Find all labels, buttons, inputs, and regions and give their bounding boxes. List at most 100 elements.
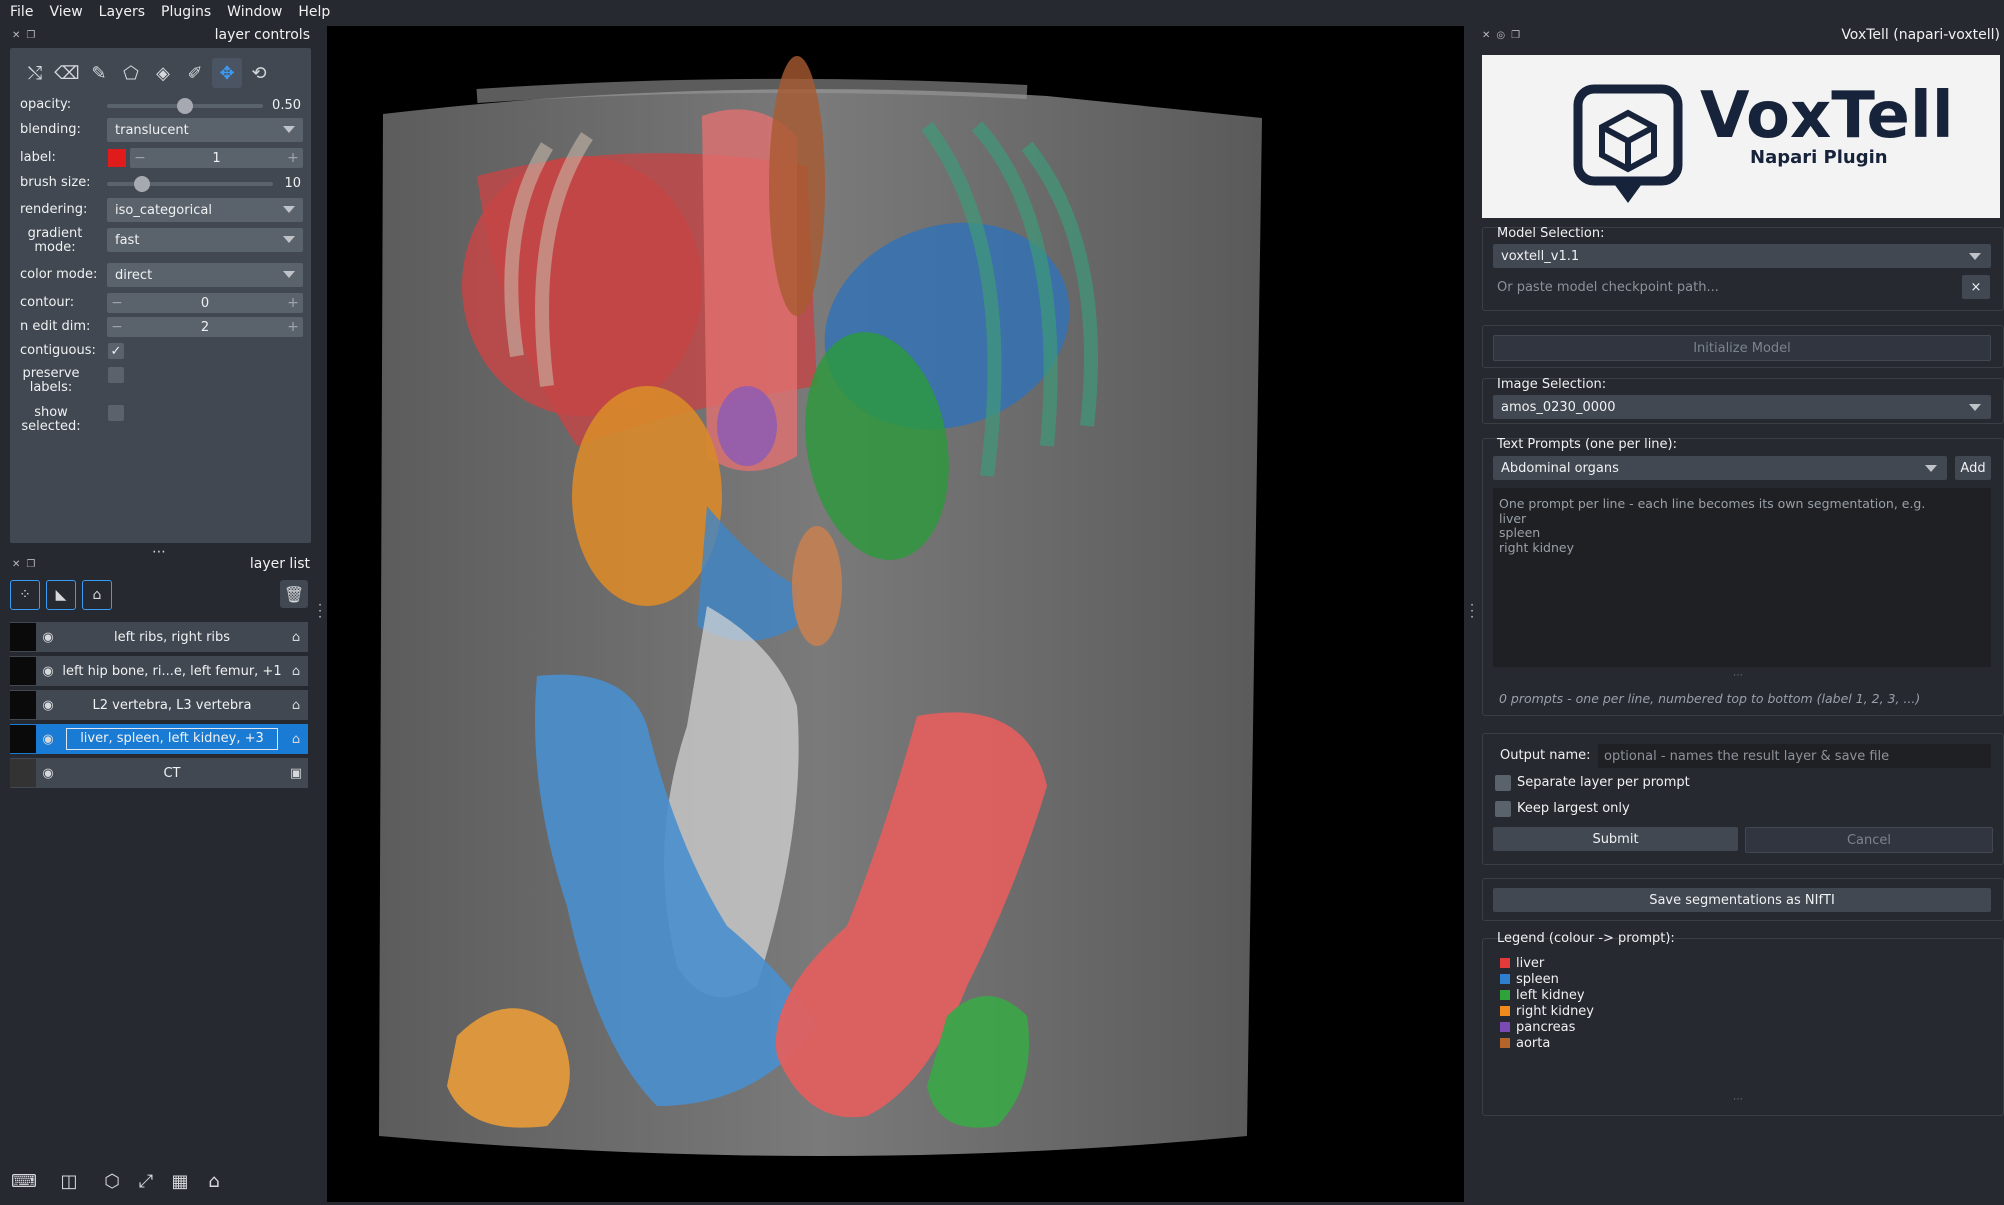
- gradient-mode-select[interactable]: fast: [107, 228, 303, 252]
- menu-plugins[interactable]: Plugins: [153, 4, 219, 20]
- eye-icon[interactable]: ◉: [36, 766, 60, 781]
- pan-zoom-icon[interactable]: ✥: [212, 58, 242, 88]
- eye-icon[interactable]: ◉: [36, 630, 60, 645]
- hide-dock-icon[interactable]: ◎: [1496, 30, 1505, 41]
- increment-icon[interactable]: +: [283, 317, 303, 337]
- float-dock-icon[interactable]: ❐: [26, 30, 35, 41]
- layer-name[interactable]: CT: [60, 766, 284, 781]
- layer-name[interactable]: L2 vertebra, L3 vertebra: [60, 698, 284, 713]
- layer-name[interactable]: liver, spleen, left kidney, +3: [66, 728, 278, 750]
- menu-file[interactable]: File: [0, 4, 41, 20]
- delete-layer-button[interactable]: 🗑: [280, 580, 308, 608]
- separate-layer-checkbox[interactable]: [1495, 775, 1511, 791]
- cancel-button[interactable]: Cancel: [1745, 827, 1993, 853]
- transpose-icon[interactable]: ⤢: [132, 1167, 160, 1195]
- console-icon[interactable]: ⌨: [10, 1167, 38, 1195]
- home-icon[interactable]: ⌂: [200, 1167, 228, 1195]
- increment-icon[interactable]: +: [283, 293, 303, 313]
- layer-name[interactable]: left hip bone, ri...e, left femur, +1: [60, 664, 284, 679]
- hide-dock-icon[interactable]: ✕: [12, 559, 20, 570]
- float-dock-icon[interactable]: ❐: [1511, 30, 1520, 41]
- opacity-slider-handle[interactable]: [177, 98, 193, 114]
- fill-bucket-icon[interactable]: ◈: [148, 58, 178, 88]
- new-points-layer-button[interactable]: ⁘: [10, 580, 40, 610]
- clear-path-button[interactable]: ×: [1962, 275, 1990, 299]
- preserve-labels-checkbox[interactable]: [108, 367, 124, 383]
- submit-button[interactable]: Submit: [1493, 827, 1738, 851]
- contour-spinbox[interactable]: − 0 +: [107, 293, 303, 313]
- color-mode-select[interactable]: direct: [107, 263, 303, 287]
- shuffle-icon[interactable]: ⤭: [20, 58, 50, 88]
- resize-grip-icon[interactable]: ⋯: [1733, 670, 1743, 681]
- text-prompts-label: Text Prompts (one per line):: [1497, 437, 1678, 452]
- n-edit-dim-spinbox[interactable]: − 2 +: [107, 317, 303, 337]
- label-spinbox[interactable]: − 1 +: [130, 148, 303, 168]
- model-select[interactable]: voxtell_v1.1: [1493, 244, 1991, 268]
- output-name-input[interactable]: optional - names the result layer & save…: [1598, 744, 1991, 768]
- opacity-slider[interactable]: [107, 98, 263, 114]
- menu-view[interactable]: View: [41, 4, 90, 20]
- add-preset-button[interactable]: Add: [1955, 456, 1991, 480]
- menu-bar: File View Layers Plugins Window Help: [0, 0, 2004, 24]
- grid-view-icon[interactable]: ▦: [166, 1167, 194, 1195]
- layer-name[interactable]: left ribs, right ribs: [60, 630, 284, 645]
- blending-select[interactable]: translucent: [107, 118, 303, 142]
- menu-window[interactable]: Window: [219, 4, 290, 20]
- eye-icon[interactable]: ◉: [36, 732, 60, 747]
- color-picker-icon[interactable]: ✐: [180, 58, 210, 88]
- gradient-mode-label: gradient mode:: [27, 226, 83, 255]
- menu-layers[interactable]: Layers: [91, 4, 153, 20]
- decrement-icon[interactable]: −: [130, 148, 150, 168]
- label-color-swatch[interactable]: [108, 149, 126, 167]
- rendering-value: iso_categorical: [115, 202, 212, 218]
- ndisplay-toggle-icon[interactable]: ◫: [46, 1167, 92, 1195]
- eye-icon[interactable]: ◉: [36, 698, 60, 713]
- viewer-canvas[interactable]: [327, 26, 1464, 1202]
- new-labels-layer-button[interactable]: ⌂: [82, 580, 112, 610]
- model-value: voxtell_v1.1: [1501, 248, 1580, 264]
- increment-icon[interactable]: +: [283, 148, 303, 168]
- dock-splitter-handle[interactable]: · · ·: [1468, 599, 1476, 623]
- eye-icon[interactable]: ◉: [36, 664, 60, 679]
- hide-dock-icon[interactable]: ✕: [12, 30, 20, 41]
- image-select[interactable]: amos_0230_0000: [1493, 395, 1991, 419]
- legend-label: aorta: [1516, 1035, 1551, 1051]
- float-dock-icon[interactable]: ❐: [26, 559, 35, 570]
- contiguous-checkbox[interactable]: ✓: [108, 343, 124, 359]
- transform-icon[interactable]: ⟲: [244, 58, 274, 88]
- chevron-down-icon: [1925, 465, 1937, 472]
- blending-value: translucent: [115, 122, 189, 138]
- layer-row[interactable]: ◉ left ribs, right ribs ⌂: [10, 622, 308, 652]
- brush-slider-handle[interactable]: [133, 176, 150, 192]
- layer-row[interactable]: ◉ L2 vertebra, L3 vertebra ⌂: [10, 690, 308, 720]
- roll-dims-icon[interactable]: ⬡: [98, 1167, 126, 1195]
- initialize-model-button[interactable]: Initialize Model: [1493, 335, 1991, 361]
- save-nifti-button[interactable]: Save segmentations as NIfTI: [1493, 888, 1991, 912]
- labels-type-icon: ⌂: [291, 663, 301, 679]
- prompt-preset-select[interactable]: Abdominal organs: [1493, 456, 1947, 480]
- menu-help[interactable]: Help: [290, 4, 338, 20]
- checkpoint-path-input[interactable]: Or paste model checkpoint path...: [1493, 275, 1953, 299]
- decrement-icon[interactable]: −: [107, 293, 127, 313]
- prompt-textarea[interactable]: One prompt per line - each line becomes …: [1493, 488, 1991, 667]
- ct-volume-rendering: [379, 56, 1262, 1157]
- paint-brush-icon[interactable]: ✎: [84, 58, 114, 88]
- layer-row[interactable]: ◉ CT ▣: [10, 758, 308, 788]
- brush-size-slider[interactable]: [107, 176, 273, 192]
- n-edit-dim-value: 2: [200, 319, 210, 335]
- decrement-icon[interactable]: −: [107, 317, 127, 337]
- new-shapes-layer-button[interactable]: ◣: [46, 580, 76, 610]
- checkmark-icon: ✓: [110, 343, 122, 359]
- legend-swatch: [1500, 1006, 1510, 1016]
- show-selected-checkbox[interactable]: [108, 405, 124, 421]
- close-icon[interactable]: ✕: [1482, 30, 1490, 41]
- prompt-hint-line: right kidney: [1499, 539, 1574, 555]
- keep-largest-checkbox[interactable]: [1495, 801, 1511, 817]
- layer-row[interactable]: ◉ left hip bone, ri...e, left femur, +1 …: [10, 656, 308, 686]
- dock-splitter-handle[interactable]: · · ·: [316, 599, 324, 623]
- eraser-icon[interactable]: ⌫: [52, 58, 82, 88]
- rendering-select[interactable]: iso_categorical: [107, 198, 303, 222]
- layer-row-selected[interactable]: ◉ liver, spleen, left kidney, +3 ⌂: [10, 724, 308, 754]
- resize-grip-icon[interactable]: ⋯: [1733, 1094, 1743, 1105]
- polygon-icon[interactable]: ⬠: [116, 58, 146, 88]
